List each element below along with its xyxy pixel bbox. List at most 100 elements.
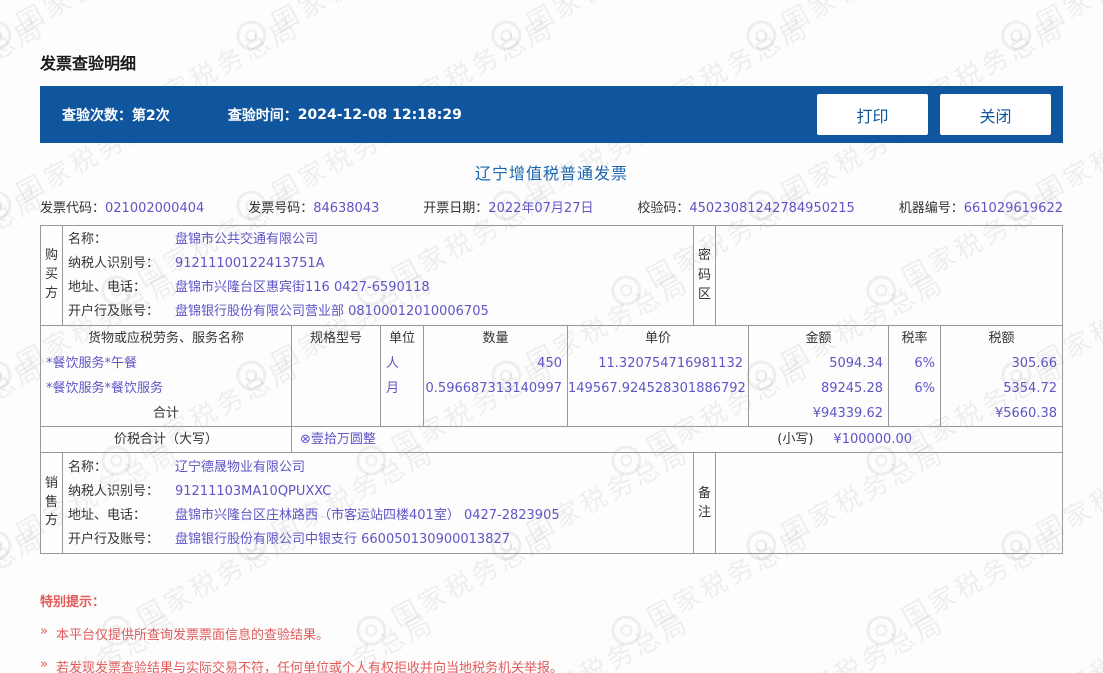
remarks-content — [716, 453, 1062, 553]
item-taxrate: 6% — [888, 376, 940, 401]
machine-number-value: 661029619622 — [963, 201, 1063, 216]
check-info-bar: 查验次数： 第2次 查验时间： 2024-12-08 12:18:29 打印 关… — [40, 86, 1063, 143]
buyer-bank-value: 盘锦银行股份有限公司营业部 08100012010006705 — [175, 303, 489, 319]
col-header-tax: 税额 — [940, 326, 1062, 351]
check-code-value: 45023081242784950215 — [689, 201, 855, 216]
seller-side-label: 销售方 — [41, 453, 63, 553]
seller-row: 名称： 辽宁德晟物业有限公司 — [63, 456, 693, 479]
item-spec — [291, 351, 380, 376]
seller-bank-value: 盘锦银行股份有限公司中银支行 660050130900013827 — [175, 531, 511, 547]
buyer-name-label: 名称： — [68, 232, 108, 248]
buyer-row: 开户行及账号： 盘锦银行股份有限公司营业部 08100012010006705 — [63, 300, 693, 323]
invoice-meta-row: 发票代码：021002000404 发票号码：84638043 开票日期：202… — [40, 197, 1063, 216]
buyer-address-label: 地址、电话： — [68, 279, 147, 295]
remarks-label-text: 备注 — [698, 485, 712, 521]
buyer-taxid-label: 纳税人识别号： — [68, 256, 160, 272]
item-unit: 月 — [380, 376, 423, 401]
grand-total-row: 价税合计（大写） ⊗壹拾万圆整 (小写) ¥100000.00 — [40, 426, 1063, 453]
grand-total-content: ⊗壹拾万圆整 (小写) ¥100000.00 — [291, 427, 1062, 452]
item-qty: 0.596687313140997 — [423, 376, 567, 401]
seller-row: 地址、电话： 盘锦市兴隆台区庄林路西（市客运站四楼401室） 0427-28239… — [63, 504, 693, 527]
item-price: 149567.924528301886792 — [567, 376, 748, 401]
seller-rows: 名称： 辽宁德晟物业有限公司 纳税人识别号： 91211103MA10QPUXXC … — [63, 453, 693, 553]
seller-name-label: 名称： — [68, 459, 108, 475]
seller-name-value: 辽宁德晟物业有限公司 — [175, 459, 306, 475]
tip-text: 本平台仅提供所查询发票票面信息的查验结果。 — [55, 628, 329, 643]
buyer-rows: 名称： 盘锦市公共交通有限公司 纳税人识别号： 91211100122413751A… — [63, 226, 693, 325]
items-total-qty-empty — [423, 401, 567, 426]
buyer-side-label: 购买方 — [41, 226, 63, 325]
seller-bank-label: 开户行及账号： — [68, 531, 160, 547]
items-total-taxrate-empty — [888, 401, 940, 426]
item-taxrate: 6% — [888, 351, 940, 376]
col-header-name: 货物或应税劳务、服务名称 — [87, 331, 244, 346]
col-header-qty: 数量 — [423, 326, 567, 351]
invoice-code: 发票代码：021002000404 — [40, 197, 204, 216]
item-amount: 89245.28 — [748, 376, 888, 401]
buyer-row: 名称： 盘锦市公共交通有限公司 — [63, 228, 693, 251]
grand-total-figures-group: (小写) ¥100000.00 — [777, 427, 912, 452]
seller-side-label-text: 销售方 — [45, 475, 59, 529]
invoice-number-value: 84638043 — [313, 201, 380, 216]
items-total-amount: ¥94339.62 — [748, 401, 888, 426]
machine-number: 机器编号：661029619622 — [899, 197, 1063, 216]
check-count-value: 第2次 — [132, 107, 170, 124]
password-zone-label-text: 密码区 — [698, 248, 712, 303]
item-price: 11.320754716981132 — [567, 351, 748, 376]
seller-row: 纳税人识别号： 91211103MA10QPUXXC — [63, 480, 693, 503]
buyer-side-label-text: 购买方 — [45, 248, 59, 301]
items-total-spec-empty — [291, 401, 380, 426]
item-name: *餐饮服务*餐饮服务 — [46, 381, 164, 396]
special-tips: 特别提示： » 本平台仅提供所查询发票票面信息的查验结果。 » 若发现发票查验结… — [40, 591, 1063, 673]
close-button[interactable]: 关闭 — [940, 94, 1051, 135]
invoice-number-label: 发票号码： — [248, 201, 314, 216]
items-table: 货物或应税劳务、服务名称 规格型号 单位 数量 单价 金额 税率 税额 *餐饮服… — [40, 326, 1063, 426]
check-code-label: 校验码： — [637, 201, 690, 216]
items-total-tax: ¥5660.38 — [940, 401, 1062, 426]
item-qty: 450 — [423, 351, 567, 376]
col-header-unit: 单位 — [380, 326, 423, 351]
check-code: 校验码：45023081242784950215 — [637, 197, 854, 216]
check-time-label: 查验时间： — [227, 107, 298, 124]
tip-line: » 本平台仅提供所查询发票票面信息的查验结果。 — [40, 624, 1063, 643]
buyer-row: 纳税人识别号： 91211100122413751A — [63, 252, 693, 275]
seller-box: 销售方 名称： 辽宁德晟物业有限公司 纳税人识别号： 91211103MA10QPU… — [40, 453, 1063, 554]
item-amount: 5094.34 — [748, 351, 888, 376]
items-total-price-empty — [567, 401, 748, 426]
password-zone-label: 密码区 — [693, 226, 716, 325]
tip-bullet-icon: » — [40, 624, 48, 639]
tip-bullet-icon: » — [40, 657, 48, 672]
invoice-date-label: 开票日期： — [423, 201, 489, 216]
remarks-label: 备注 — [693, 453, 716, 553]
tip-line: » 若发现发票查验结果与实际交易不符，任何单位或个人有权拒收并向当地税务机关举报… — [40, 657, 1063, 673]
password-zone-content — [716, 226, 1062, 325]
buyer-name-value: 盘锦市公共交通有限公司 — [175, 232, 319, 248]
machine-number-label: 机器编号： — [898, 201, 964, 216]
check-count-label: 查验次数： — [62, 107, 132, 124]
invoice-code-label: 发票代码： — [40, 201, 106, 216]
col-header-amount: 金额 — [748, 326, 888, 351]
buyer-row: 地址、电话： 盘锦市兴隆台区惠宾街116 0427-6590118 — [63, 276, 693, 299]
items-total-label: 合计 — [152, 406, 179, 421]
seller-row: 开户行及账号： 盘锦银行股份有限公司中银支行 660050130900013827 — [63, 528, 693, 551]
invoice-title: 辽宁增值税普通发票 — [474, 164, 628, 183]
print-button[interactable]: 打印 — [817, 94, 928, 135]
invoice-date-value: 2022年07月27日 — [488, 201, 594, 216]
check-count: 查验次数： 第2次 — [62, 105, 170, 125]
col-header-taxrate: 税率 — [888, 326, 940, 351]
grand-total-label: 价税合计（大写） — [113, 432, 218, 447]
buyer-taxid-value: 91211100122413751A — [175, 256, 325, 272]
seller-taxid-value: 91211103MA10QPUXXC — [175, 483, 332, 499]
tips-title: 特别提示： — [40, 595, 106, 610]
items-total-unit-empty — [380, 401, 423, 426]
grand-total-figures: ¥100000.00 — [833, 432, 912, 447]
grand-total-small-label: (小写) — [777, 432, 814, 447]
seller-address-value: 盘锦市兴隆台区庄林路西（市客运站四楼401室） 0427-2823905 — [175, 507, 560, 523]
item-tax: 5354.72 — [940, 376, 1062, 401]
invoice-code-value: 021002000404 — [105, 201, 205, 216]
buyer-address-value: 盘锦市兴隆台区惠宾街116 0427-6590118 — [175, 279, 430, 295]
invoice-date: 开票日期：2022年07月27日 — [423, 197, 593, 216]
item-tax: 305.66 — [940, 351, 1062, 376]
seller-address-label: 地址、电话： — [68, 507, 147, 523]
item-name: *餐饮服务*午餐 — [46, 356, 138, 371]
